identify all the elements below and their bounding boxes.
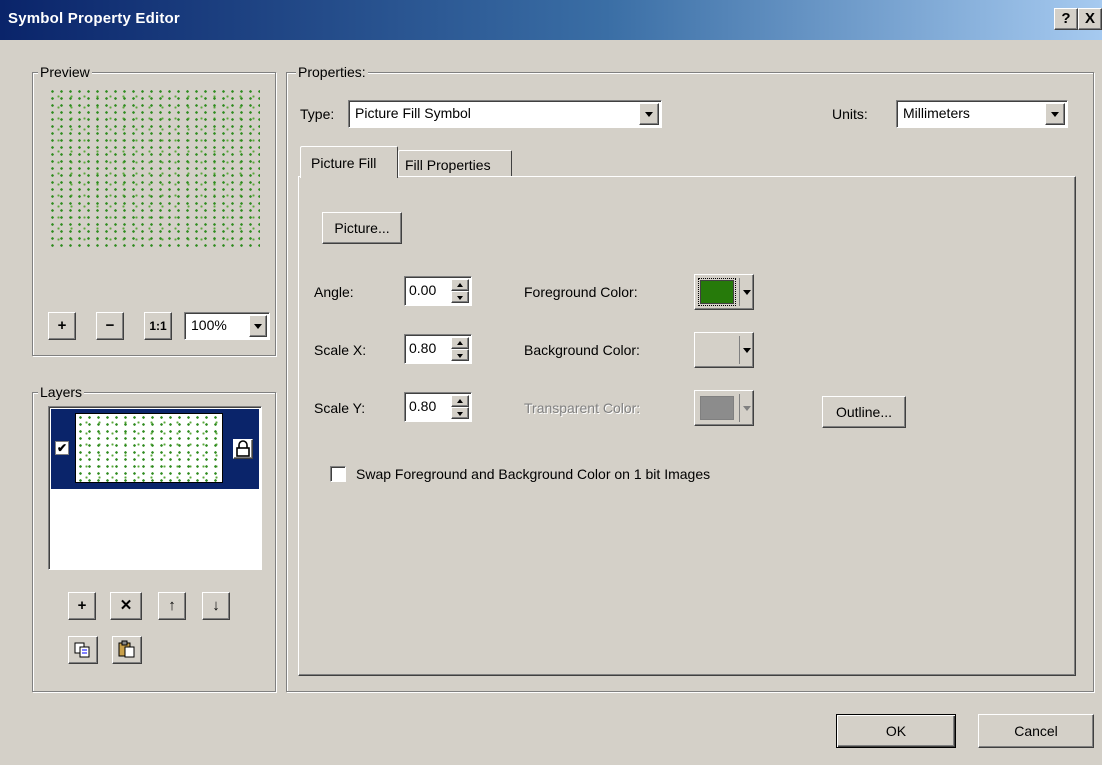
swap-colors-label: Swap Foreground and Background Color on … [356, 466, 711, 482]
zoom-combo[interactable]: 100% [184, 312, 270, 340]
preview-canvas [48, 88, 260, 248]
units-combo[interactable]: Millimeters [896, 100, 1068, 128]
type-combo[interactable]: Picture Fill Symbol [348, 100, 662, 128]
swap-colors-checkbox[interactable] [330, 466, 346, 482]
foreground-color-picker[interactable] [694, 274, 754, 310]
scale-y-up-button[interactable] [451, 395, 469, 407]
zoom-in-button[interactable]: + [48, 312, 76, 340]
foreground-color-label: Foreground Color: [524, 284, 638, 300]
chevron-down-icon [1051, 112, 1059, 117]
layers-list[interactable]: ✔ [48, 406, 262, 570]
type-value: Picture Fill Symbol [355, 105, 471, 121]
scale-x-value: 0.80 [409, 340, 437, 356]
units-dropdown-arrow[interactable] [1045, 103, 1065, 125]
arrow-up-icon [457, 341, 463, 345]
window-title: Symbol Property Editor [8, 10, 180, 27]
close-button[interactable]: X [1078, 8, 1102, 30]
scale-x-down-button[interactable] [451, 349, 469, 361]
chevron-down-icon [254, 324, 262, 329]
units-value: Millimeters [903, 105, 970, 121]
remove-layer-button[interactable]: ✕ [110, 592, 142, 620]
properties-legend: Properties: [296, 64, 368, 80]
move-layer-up-button[interactable]: ↑ [158, 592, 186, 620]
angle-down-button[interactable] [451, 291, 469, 303]
angle-value: 0.00 [409, 282, 437, 298]
zoom-out-button[interactable]: − [96, 312, 124, 340]
chevron-down-icon [743, 406, 751, 411]
angle-label: Angle: [314, 284, 354, 300]
paste-layer-button[interactable] [112, 636, 142, 664]
lock-icon [236, 440, 250, 457]
scale-x-up-button[interactable] [451, 337, 469, 349]
add-layer-button[interactable]: + [68, 592, 96, 620]
scale-x-spinner[interactable]: 0.80 [404, 334, 472, 364]
tab-picture-fill-label: Picture Fill [311, 155, 377, 171]
layer-lock-button[interactable] [233, 439, 253, 459]
ok-button[interactable]: OK [836, 714, 956, 748]
arrow-up-icon [457, 283, 463, 287]
copy-icon [74, 642, 90, 658]
layer-visibility-checkbox[interactable]: ✔ [55, 441, 69, 455]
arrow-down-icon [457, 296, 463, 300]
tab-picture-fill[interactable]: Picture Fill [300, 146, 398, 178]
scale-x-label: Scale X: [314, 342, 367, 358]
arrow-down-icon [457, 354, 463, 358]
zoom-value: 100% [191, 317, 227, 333]
transparent-color-picker [694, 390, 754, 426]
layer-row-selected[interactable]: ✔ [51, 409, 259, 489]
tab-fill-properties-label: Fill Properties [405, 157, 491, 173]
tab-fill-properties[interactable]: Fill Properties [398, 150, 512, 176]
angle-spinner[interactable]: 0.00 [404, 276, 472, 306]
chevron-down-icon [645, 112, 653, 117]
layer-thumbnail [75, 413, 223, 483]
preview-legend: Preview [38, 64, 92, 80]
scale-y-down-button[interactable] [451, 407, 469, 419]
angle-up-button[interactable] [451, 279, 469, 291]
background-color-swatch [700, 338, 734, 362]
layers-legend: Layers [38, 384, 85, 400]
arrow-down-icon [457, 412, 463, 416]
transparent-color-swatch [700, 396, 734, 420]
move-layer-down-button[interactable]: ↓ [202, 592, 230, 620]
type-label: Type: [300, 106, 335, 122]
scale-y-value: 0.80 [409, 398, 437, 414]
scale-y-label: Scale Y: [314, 400, 366, 416]
copy-layer-button[interactable] [68, 636, 98, 664]
help-button[interactable]: ? [1054, 8, 1078, 30]
background-color-picker[interactable] [694, 332, 754, 368]
units-label: Units: [832, 106, 868, 122]
chevron-down-icon [743, 348, 751, 353]
type-dropdown-arrow[interactable] [639, 103, 659, 125]
tab-panel [298, 176, 1076, 676]
picture-button[interactable]: Picture... [322, 212, 402, 244]
zoom-dropdown-arrow[interactable] [249, 315, 267, 337]
outline-button[interactable]: Outline... [822, 396, 906, 428]
arrow-up-icon [457, 399, 463, 403]
transparent-color-label: Transparent Color: [524, 400, 641, 416]
paste-icon [118, 640, 135, 658]
cancel-button[interactable]: Cancel [978, 714, 1094, 748]
chevron-down-icon [743, 290, 751, 295]
scale-y-spinner[interactable]: 0.80 [404, 392, 472, 422]
background-color-label: Background Color: [524, 342, 640, 358]
foreground-color-swatch [698, 278, 736, 306]
actual-size-button[interactable]: 1:1 [144, 312, 172, 340]
